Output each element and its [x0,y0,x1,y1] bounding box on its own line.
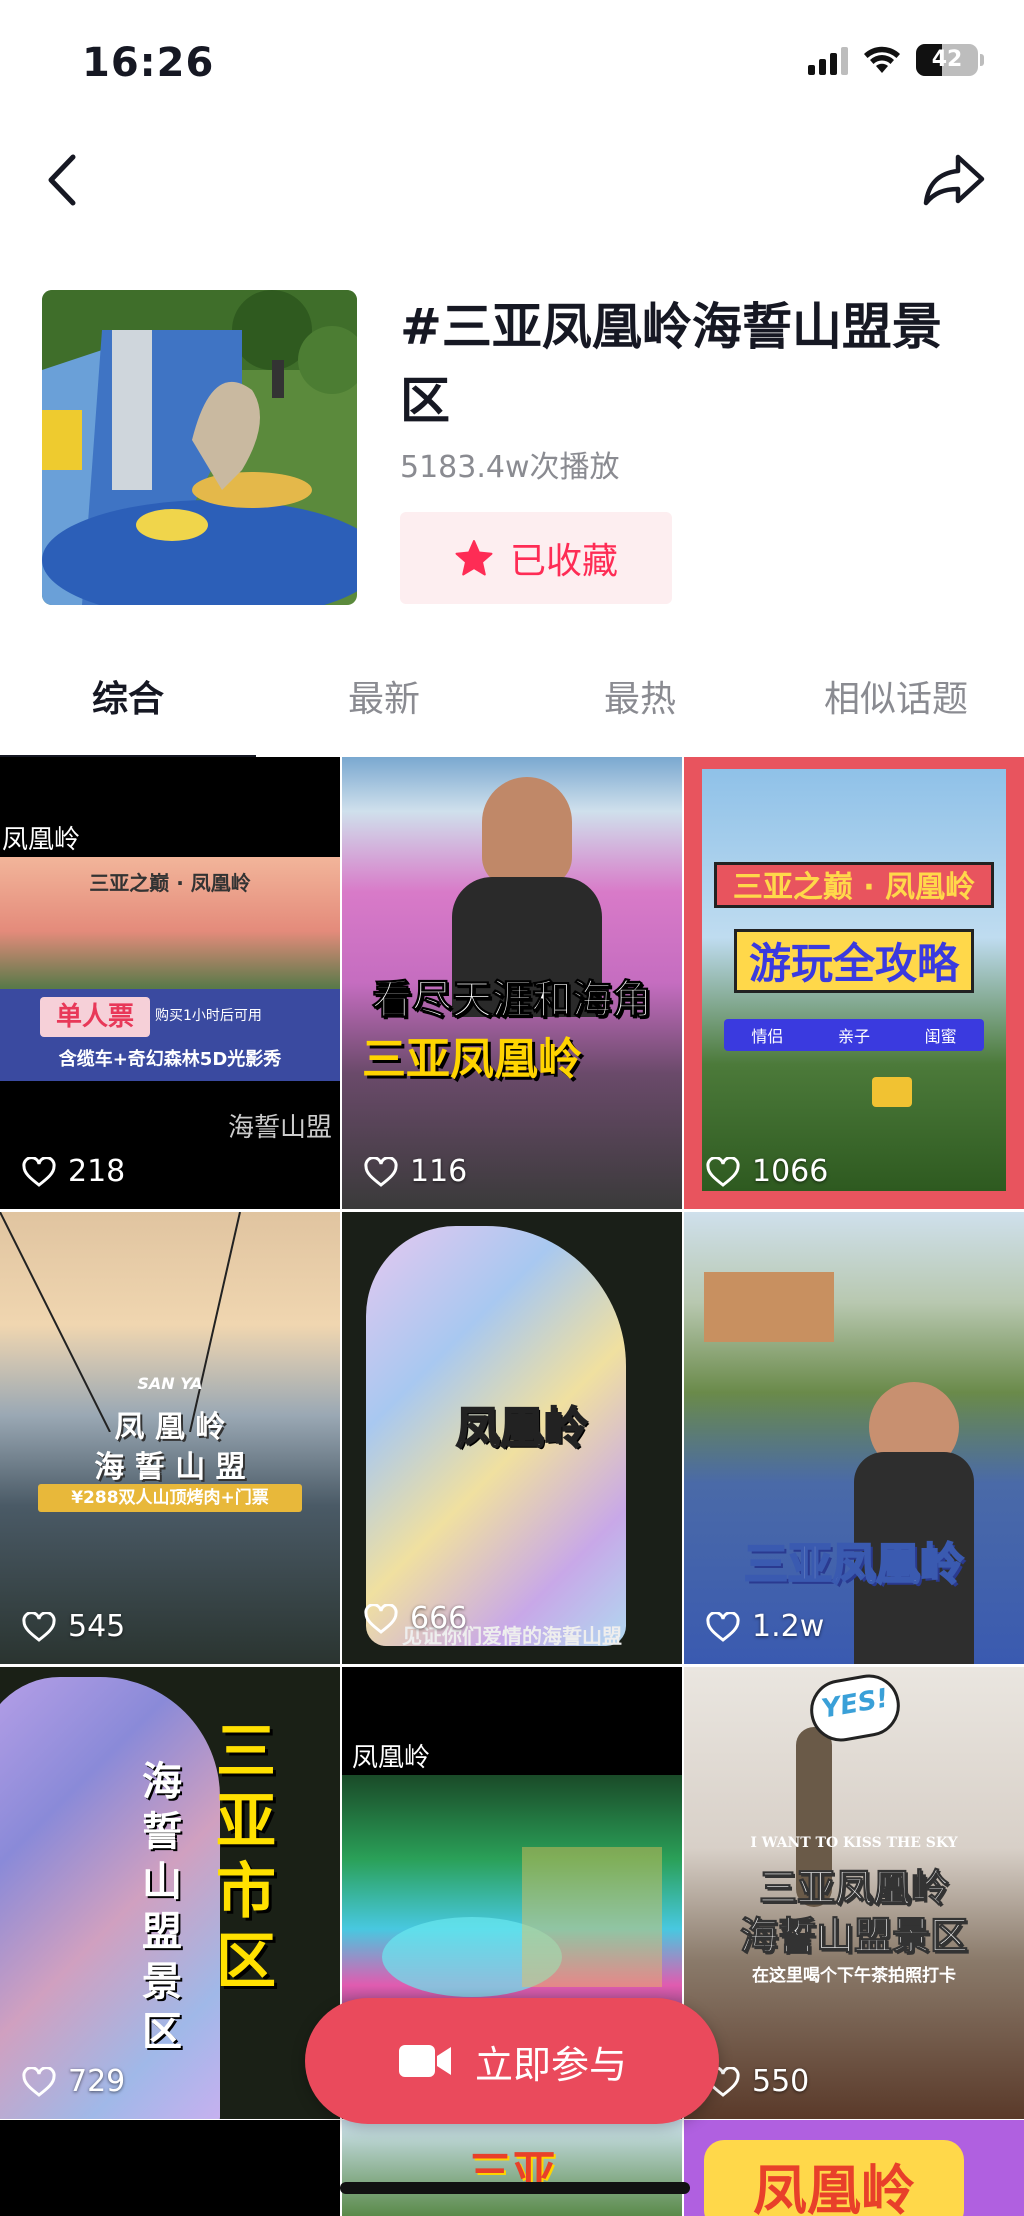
tab-similar-topics[interactable]: 相似话题 [768,665,1024,755]
join-now-label: 立即参与 [474,2042,627,2087]
chevron-left-icon [48,154,76,206]
topic-title: #三亚凤凰岭海誓山盟景区 [400,298,942,430]
like-count: 729 [22,2064,125,2099]
video-caption: SAN YA [137,1374,203,1393]
video-caption: 三亚之巅 · 凤凰岭 [89,871,251,895]
video-camera-icon [398,2045,451,2077]
like-count: 666 [364,1601,467,1636]
like-count: 1.2w [706,1609,824,1644]
tab-hottest[interactable]: 最热 [512,665,768,755]
video-tag-top: 凤凰岭 [2,825,81,855]
star-icon [455,540,493,576]
video-caption: 购买1小时后可用 [155,1008,262,1024]
video-caption: I WANT TO KISS THE SKY [750,1835,958,1851]
video-caption: 三亚凤凰岭 [758,1866,949,1911]
video-card[interactable]: YES! I WANT TO KISS THE SKY 三亚凤凰岭 海誓山盟景区… [684,1667,1024,2119]
video-card[interactable]: 三亚市区 海誓山盟景区 729 [0,1667,340,2119]
play-count: 5183.4w次播放 [400,450,620,485]
video-card[interactable]: 凤凰岭 三亚之巅 · 凤凰岭 单人票 购买1小时后可用 含缆车+奇幻森林5D光影… [0,757,340,1209]
like-count-value: 1.2w [752,1609,825,1644]
home-indicator [340,2182,690,2194]
like-count: 545 [22,1609,125,1644]
wifi-icon [864,46,900,73]
heart-icon [706,1611,740,1642]
heart-icon [22,1611,56,1642]
video-caption: ¥288双人山顶烤肉+门票 [38,1484,302,1512]
like-count-value: 729 [68,2064,126,2099]
topic-cover-image [42,290,357,605]
video-caption: 三亚之巅 · 凤凰岭 [714,862,994,908]
video-card[interactable]: SAN YA 凤 凰 岭 海 誓 山 盟 ¥288双人山顶烤肉+门票 545 [0,1212,340,1664]
chip: 闺蜜 [924,1027,957,1046]
signal-icon [808,45,848,75]
video-caption: 三亚凤凰岭 [362,1034,582,1085]
video-caption: 凤凰岭 [753,2159,915,2216]
heart-icon [364,1603,398,1634]
video-card[interactable]: 凤凰岭 [684,2120,1024,2216]
heart-icon [706,1156,740,1187]
video-caption: 三亚凤凰岭 [743,1538,965,1591]
favorited-label: 已收藏 [509,541,618,582]
video-card[interactable]: 三亚之巅 · 凤凰岭 游玩全攻略 情侣 亲子 闺蜜 1066 [684,757,1024,1209]
video-card[interactable] [0,2120,340,2216]
heart-icon [22,1156,56,1187]
join-now-button[interactable]: 立即参与 [305,1998,719,2124]
like-count: 1066 [706,1154,828,1189]
video-caption: 含缆车+奇幻森林5D光影秀 [58,1049,282,1070]
video-chips: 情侣 亲子 闺蜜 [724,1019,984,1051]
video-card[interactable]: 三亚 [342,2120,682,2216]
topic-header: #三亚凤凰岭海誓山盟景区 5183.4w次播放 已收藏 [0,290,1024,610]
tab-latest[interactable]: 最新 [256,665,512,755]
like-count-value: 550 [752,2064,810,2099]
chip: 情侣 [751,1027,784,1046]
like-count-value: 1066 [752,1154,829,1189]
video-caption: 凤 凰 岭 [114,1410,226,1445]
video-card[interactable]: 凤凰岭 见证你们爱情的海誓山盟 666 [342,1212,682,1664]
video-caption: 海 誓 山 盟 [94,1450,246,1485]
like-count-value: 218 [68,1154,126,1189]
video-caption: 三亚市区 [216,1717,276,1997]
like-count: 116 [364,1154,467,1189]
status-time: 16:26 [82,40,215,86]
like-count-value: 116 [410,1154,468,1189]
top-nav [0,140,1024,220]
like-count: 218 [22,1154,125,1189]
video-tag-bottom: 海誓山盟 [227,1113,332,1143]
status-bar: 16:26 42 [0,0,1024,130]
video-grid-next-row: 三亚 凤凰岭 [0,2120,1024,2216]
video-caption: 海誓山盟景区 [739,1914,968,1959]
heart-icon [22,2066,56,2097]
status-icons: 42 [808,44,984,76]
video-grid: 凤凰岭 三亚之巅 · 凤凰岭 单人票 购买1小时后可用 含缆车+奇幻森林5D光影… [0,757,1024,2119]
like-count-value: 666 [410,1601,468,1636]
video-caption: 凤凰岭 [455,1402,589,1455]
video-caption: 游玩全攻略 [734,929,974,993]
battery-icon: 42 [916,44,984,76]
video-caption: 看尽天涯和海角 [372,977,653,1024]
favorited-button[interactable]: 已收藏 [400,512,672,604]
share-arrow-icon [923,154,985,206]
chip: 亲子 [837,1027,870,1046]
tab-comprehensive[interactable]: 综合 [0,665,256,760]
like-count: 550 [706,2064,809,2099]
video-card[interactable]: 看尽天涯和海角 三亚凤凰岭 116 [342,757,682,1209]
back-button[interactable] [32,140,92,220]
topic-tabs: 综合 最新 最热 相似话题 [0,665,1024,760]
like-count-value: 545 [68,1609,126,1644]
video-card[interactable]: 三亚凤凰岭 1.2w [684,1212,1024,1664]
video-caption: 在这里喝个下午茶拍照打卡 [752,1966,956,1986]
video-tag-top: 凤凰岭 [352,1743,431,1773]
battery-level: 42 [931,47,963,72]
video-caption: 海誓山盟景区 [142,1759,182,2055]
video-caption: 单人票 [40,997,150,1037]
heart-icon [364,1156,398,1187]
share-button[interactable] [914,140,994,220]
